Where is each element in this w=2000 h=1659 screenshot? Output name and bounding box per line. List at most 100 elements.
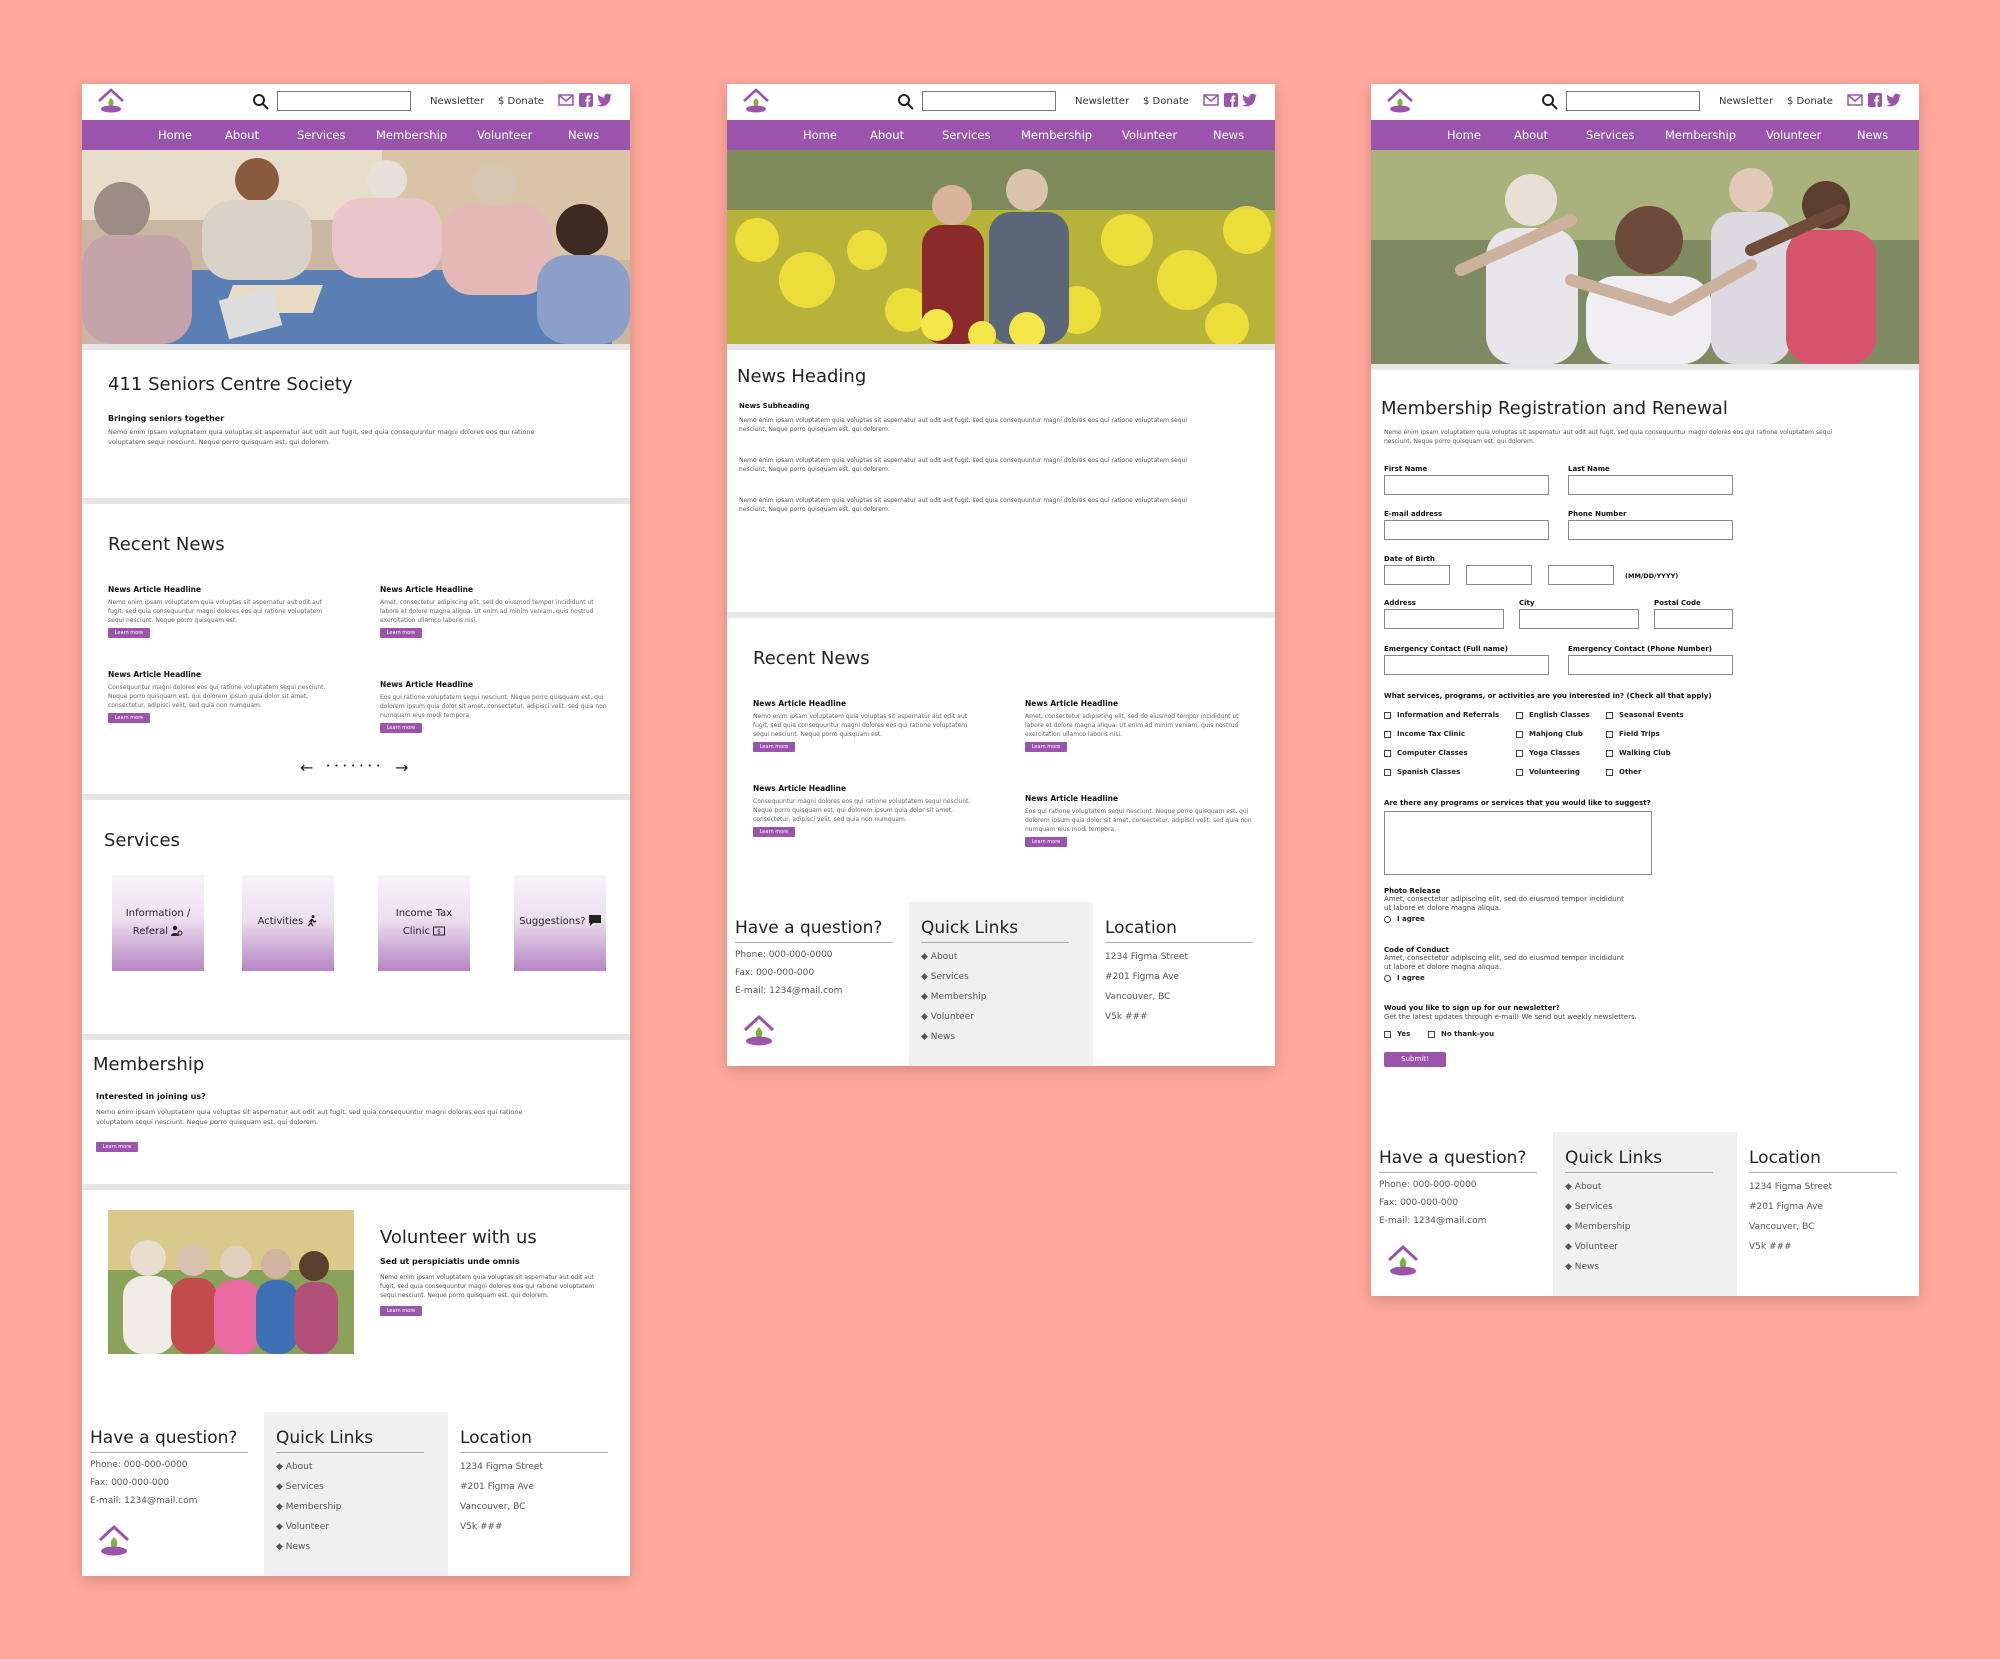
twitter-icon[interactable]	[597, 93, 613, 107]
interest-checkbox[interactable]: Yoga Classes	[1516, 749, 1580, 757]
interest-checkbox[interactable]: Computer Classes	[1384, 749, 1468, 757]
learn-more-button[interactable]: Learn more	[753, 827, 795, 837]
nav-home[interactable]: Home	[158, 128, 192, 142]
interest-checkbox[interactable]: Mahjong Club	[1516, 730, 1583, 738]
membership-learn-more-button[interactable]: Learn more	[96, 1142, 138, 1152]
nav-membership[interactable]: Membership	[1021, 128, 1092, 142]
search-input[interactable]	[1566, 91, 1700, 111]
news-headline[interactable]: News Article Headline	[108, 670, 201, 679]
footer-link-about[interactable]: ◆ About	[921, 952, 957, 962]
footer-email[interactable]: E-mail: 1234@mail.com	[735, 986, 842, 996]
donate-link[interactable]: $ Donate	[498, 96, 544, 107]
nav-news[interactable]: News	[1213, 128, 1244, 142]
news-headline[interactable]: News Article Headline	[380, 680, 473, 689]
facebook-icon[interactable]	[1224, 93, 1238, 107]
nav-services[interactable]: Services	[297, 128, 346, 142]
submit-button[interactable]: Submit!	[1384, 1052, 1446, 1067]
first-name-input[interactable]	[1384, 475, 1549, 495]
footer-link-membership[interactable]: ◆ Membership	[276, 1502, 341, 1512]
footer-link-volunteer[interactable]: ◆ Volunteer	[276, 1522, 329, 1532]
newsletter-link[interactable]: Newsletter	[1075, 96, 1129, 107]
interest-checkbox[interactable]: English Classes	[1516, 711, 1590, 719]
footer-link-volunteer[interactable]: ◆ Volunteer	[1565, 1242, 1618, 1252]
search-icon[interactable]	[897, 93, 915, 111]
dob-month-input[interactable]	[1384, 565, 1450, 585]
nav-news[interactable]: News	[1857, 128, 1888, 142]
news-headline[interactable]: News Article Headline	[753, 699, 846, 708]
conduct-agree-radio[interactable]: I agree	[1384, 974, 1425, 982]
newsletter-link[interactable]: Newsletter	[430, 96, 484, 107]
news-headline[interactable]: News Article Headline	[753, 784, 846, 793]
interest-checkbox[interactable]: Volunteering	[1516, 768, 1580, 776]
news-headline[interactable]: News Article Headline	[1025, 794, 1118, 803]
interest-checkbox[interactable]: Information and Referrals	[1384, 711, 1499, 719]
nav-volunteer[interactable]: Volunteer	[1122, 128, 1177, 142]
search-input[interactable]	[922, 91, 1056, 111]
dob-year-input[interactable]	[1548, 565, 1614, 585]
interest-checkbox[interactable]: Field Trips	[1606, 730, 1660, 738]
footer-link-news[interactable]: ◆ News	[276, 1542, 310, 1552]
donate-link[interactable]: $ Donate	[1787, 96, 1833, 107]
address-input[interactable]	[1384, 609, 1504, 629]
emergency-name-input[interactable]	[1384, 655, 1549, 675]
interest-checkbox[interactable]: Other	[1606, 768, 1641, 776]
site-logo[interactable]	[1384, 87, 1416, 117]
footer-link-about[interactable]: ◆ About	[276, 1462, 312, 1472]
nav-services[interactable]: Services	[942, 128, 991, 142]
last-name-input[interactable]	[1568, 475, 1733, 495]
footer-link-about[interactable]: ◆ About	[1565, 1182, 1601, 1192]
dob-day-input[interactable]	[1466, 565, 1532, 585]
nav-home[interactable]: Home	[1447, 128, 1481, 142]
twitter-icon[interactable]	[1886, 93, 1902, 107]
learn-more-button[interactable]: Learn more	[753, 742, 795, 752]
search-icon[interactable]	[1541, 93, 1559, 111]
learn-more-button[interactable]: Learn more	[380, 723, 422, 733]
service-card-suggestions[interactable]: Suggestions?	[514, 875, 606, 971]
suggestions-textarea[interactable]	[1384, 811, 1652, 875]
site-logo[interactable]	[740, 87, 772, 117]
emergency-phone-input[interactable]	[1568, 655, 1733, 675]
interest-checkbox[interactable]: Walking Club	[1606, 749, 1671, 757]
news-headline[interactable]: News Article Headline	[380, 585, 473, 594]
search-input[interactable]	[277, 91, 411, 111]
learn-more-button[interactable]: Learn more	[1025, 742, 1067, 752]
mail-icon[interactable]	[1847, 93, 1863, 107]
pager-dots[interactable]: • • • • • • •	[326, 762, 381, 770]
site-logo[interactable]	[95, 87, 127, 117]
donate-link[interactable]: $ Donate	[1143, 96, 1189, 107]
nav-volunteer[interactable]: Volunteer	[477, 128, 532, 142]
nav-membership[interactable]: Membership	[376, 128, 447, 142]
facebook-icon[interactable]	[579, 93, 593, 107]
learn-more-button[interactable]: Learn more	[108, 713, 150, 723]
learn-more-button[interactable]: Learn more	[380, 628, 422, 638]
footer-link-services[interactable]: ◆ Services	[276, 1482, 324, 1492]
news-headline[interactable]: News Article Headline	[108, 585, 201, 594]
learn-more-button[interactable]: Learn more	[1025, 837, 1067, 847]
facebook-icon[interactable]	[1868, 93, 1882, 107]
nav-membership[interactable]: Membership	[1665, 128, 1736, 142]
photo-agree-radio[interactable]: I agree	[1384, 915, 1425, 923]
pager-next-arrow-icon[interactable]: →	[395, 758, 408, 777]
learn-more-button[interactable]: Learn more	[108, 628, 150, 638]
footer-email[interactable]: E-mail: 1234@mail.com	[1379, 1216, 1486, 1226]
mail-icon[interactable]	[558, 93, 574, 107]
pager-prev-arrow-icon[interactable]: ←	[300, 758, 313, 777]
newsletter-link[interactable]: Newsletter	[1719, 96, 1773, 107]
interest-checkbox[interactable]: Spanish Classes	[1384, 768, 1460, 776]
newsletter-yes-checkbox[interactable]: Yes	[1384, 1030, 1410, 1038]
nav-home[interactable]: Home	[803, 128, 837, 142]
postal-input[interactable]	[1654, 609, 1733, 629]
volunteer-learn-more-button[interactable]: Learn more	[380, 1306, 422, 1316]
news-headline[interactable]: News Article Headline	[1025, 699, 1118, 708]
service-card-activities[interactable]: Activities	[242, 875, 334, 971]
nav-about[interactable]: About	[870, 128, 904, 142]
service-card-information[interactable]: Information / Referal	[112, 875, 204, 971]
nav-about[interactable]: About	[225, 128, 259, 142]
footer-email[interactable]: E-mail: 1234@mail.com	[90, 1496, 197, 1506]
nav-about[interactable]: About	[1514, 128, 1548, 142]
interest-checkbox[interactable]: Seasonal Events	[1606, 711, 1684, 719]
nav-news[interactable]: News	[568, 128, 599, 142]
footer-link-membership[interactable]: ◆ Membership	[1565, 1222, 1630, 1232]
city-input[interactable]	[1519, 609, 1639, 629]
nav-services[interactable]: Services	[1586, 128, 1635, 142]
